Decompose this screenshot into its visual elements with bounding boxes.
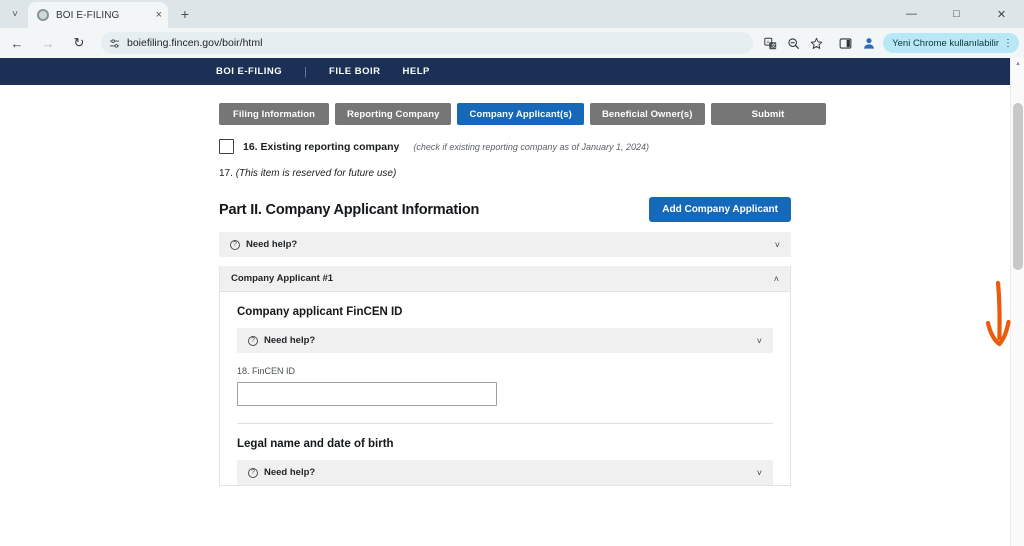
profile-icon[interactable] bbox=[857, 32, 880, 55]
chevron-down-icon[interactable]: ˅ bbox=[757, 336, 762, 346]
item-17-number: 17. bbox=[219, 168, 233, 179]
side-panel-icon[interactable] bbox=[834, 32, 857, 55]
existing-reporting-company-checkbox[interactable] bbox=[219, 139, 234, 154]
tab-submit[interactable]: Submit bbox=[711, 103, 826, 125]
window-controls: — □ ✕ bbox=[889, 0, 1024, 28]
question-circle-icon: ? bbox=[248, 468, 258, 478]
zoom-out-icon[interactable] bbox=[782, 32, 805, 55]
tab-strip: ˅ BOI E-FILING × + — □ ✕ bbox=[0, 0, 1024, 28]
toolbar-actions: A 文 bbox=[759, 32, 1024, 55]
item-17-row: 17. (This item is reserved for future us… bbox=[219, 168, 790, 179]
question-circle-icon: ? bbox=[248, 336, 258, 346]
page-viewport: BOI E-FILING | FILE BOIR HELP Filing Inf… bbox=[0, 58, 1010, 546]
item-17-text: (This item is reserved for future use) bbox=[236, 168, 397, 179]
new-tab-button[interactable]: + bbox=[172, 1, 198, 27]
browser-toolbar: ← → ↻ boiefiling.fincen.gov/boir/html A … bbox=[0, 28, 1024, 58]
back-icon[interactable]: ← bbox=[3, 29, 31, 57]
need-help-label: Need help? bbox=[264, 335, 315, 346]
close-icon[interactable]: × bbox=[156, 10, 162, 21]
fincen-id-label: 18. FinCEN ID bbox=[237, 366, 773, 376]
scroll-up-arrow-icon[interactable]: ▲ bbox=[1011, 58, 1024, 70]
chevron-down-icon[interactable]: ˅ bbox=[757, 468, 762, 478]
company-applicant-card-body: Company applicant FinCEN ID ? Need help?… bbox=[220, 292, 790, 485]
translate-icon[interactable]: A 文 bbox=[759, 32, 782, 55]
tab-beneficial-owners[interactable]: Beneficial Owner(s) bbox=[590, 103, 705, 125]
forward-icon: → bbox=[34, 29, 62, 57]
globe-icon bbox=[37, 9, 49, 21]
nav-separator: | bbox=[304, 66, 307, 78]
step-tabs: Filing Information Reporting Company Com… bbox=[0, 85, 1010, 125]
window-close-icon[interactable]: ✕ bbox=[979, 0, 1024, 28]
company-applicant-card: Company Applicant #1 ˄ Company applicant… bbox=[219, 266, 791, 486]
page-title: Part II. Company Applicant Information bbox=[219, 202, 479, 218]
annotation-down-arrow-icon bbox=[975, 280, 1024, 360]
fincen-id-section-title: Company applicant FinCEN ID bbox=[237, 306, 773, 318]
need-help-label: Need help? bbox=[264, 467, 315, 478]
update-chip-label: Yeni Chrome kullanılabilir bbox=[892, 38, 999, 49]
need-help-toggle-legal-name[interactable]: ? Need help? ˅ bbox=[237, 460, 773, 485]
question-circle-icon: ? bbox=[230, 240, 240, 250]
chevron-down-icon[interactable]: ˅ bbox=[775, 240, 780, 250]
browser-window: ˅ BOI E-FILING × + — □ ✕ ← → ↻ boi bbox=[0, 0, 1024, 546]
need-help-label: Need help? bbox=[246, 239, 297, 250]
item-16-hint: (check if existing reporting company as … bbox=[413, 142, 649, 152]
scrollbar-thumb[interactable] bbox=[1013, 103, 1023, 270]
page-content: Filing Information Reporting Company Com… bbox=[0, 85, 1010, 486]
add-company-applicant-button[interactable]: Add Company Applicant bbox=[649, 197, 791, 222]
minimize-icon[interactable]: — bbox=[889, 0, 934, 28]
browser-menu-icon[interactable]: ⋮ bbox=[1003, 40, 1013, 47]
section-divider bbox=[237, 423, 773, 424]
bookmark-star-icon[interactable] bbox=[805, 32, 828, 55]
tab-reporting-company[interactable]: Reporting Company bbox=[335, 103, 451, 125]
company-applicant-card-header[interactable]: Company Applicant #1 ˄ bbox=[220, 266, 790, 292]
part-2-header: Part II. Company Applicant Information A… bbox=[219, 197, 791, 222]
nav-brand[interactable]: BOI E-FILING bbox=[216, 66, 282, 77]
tune-sliders-icon[interactable] bbox=[109, 38, 120, 49]
chrome-update-chip[interactable]: Yeni Chrome kullanılabilir ⋮ bbox=[883, 33, 1019, 53]
nav-item-help[interactable]: HELP bbox=[403, 66, 430, 77]
tab-search-chevron-icon[interactable]: ˅ bbox=[2, 1, 28, 27]
nav-item-file-boir[interactable]: FILE BOIR bbox=[329, 66, 380, 77]
need-help-toggle-top[interactable]: ? Need help? ˅ bbox=[219, 232, 791, 257]
url-text: boiefiling.fincen.gov/boir/html bbox=[127, 37, 262, 49]
address-bar[interactable]: boiefiling.fincen.gov/boir/html bbox=[101, 32, 753, 54]
reload-icon[interactable]: ↻ bbox=[65, 29, 93, 57]
company-applicant-card-title: Company Applicant #1 bbox=[231, 273, 333, 284]
tab-filing-information[interactable]: Filing Information bbox=[219, 103, 329, 125]
form-area: 16. Existing reporting company (check if… bbox=[0, 125, 790, 486]
site-nav: BOI E-FILING | FILE BOIR HELP bbox=[0, 58, 1010, 85]
tab-title: BOI E-FILING bbox=[56, 10, 152, 21]
item-16-row: 16. Existing reporting company (check if… bbox=[219, 139, 790, 154]
need-help-toggle-fincen[interactable]: ? Need help? ˅ bbox=[237, 328, 773, 353]
browser-tab[interactable]: BOI E-FILING × bbox=[28, 2, 168, 28]
chevron-up-icon[interactable]: ˄ bbox=[774, 274, 779, 284]
tab-company-applicants[interactable]: Company Applicant(s) bbox=[457, 103, 583, 125]
fincen-id-input[interactable] bbox=[237, 382, 497, 406]
item-16-label: 16. Existing reporting company bbox=[243, 141, 399, 153]
maximize-icon[interactable]: □ bbox=[934, 0, 979, 28]
legal-name-section-title: Legal name and date of birth bbox=[237, 438, 773, 450]
